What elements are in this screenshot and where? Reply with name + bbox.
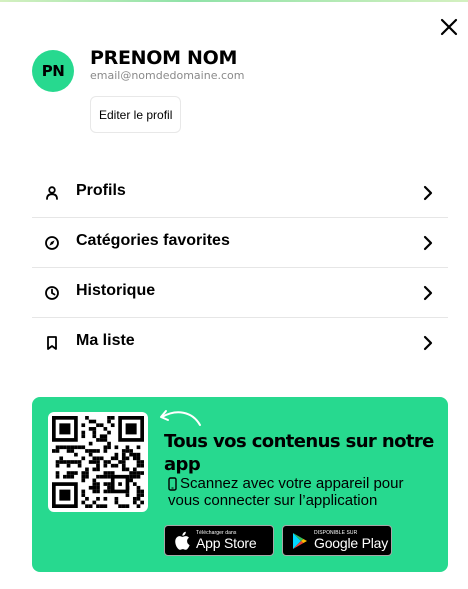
compass-icon xyxy=(45,236,59,250)
clock-icon xyxy=(45,286,59,300)
menu-item-label: Historique xyxy=(76,282,156,299)
edit-profile-label: Editer le profil xyxy=(99,107,173,122)
promo-text: Scannez avec votre appareil pour vous co… xyxy=(168,475,430,509)
google-play-big-text: Google Play xyxy=(314,535,389,551)
menu-item-historique[interactable]: Historique xyxy=(32,268,448,318)
edit-profile-button[interactable]: Editer le profil xyxy=(90,96,182,133)
user-name: PRENOM NOM xyxy=(90,47,238,69)
menu-item-profils[interactable]: Profils xyxy=(32,168,448,218)
close-button[interactable] xyxy=(436,14,462,40)
top-accent-line xyxy=(0,0,468,2)
qr-code-image xyxy=(52,416,144,508)
menu-item-categories-favorites[interactable]: Catégories favorites xyxy=(32,218,448,268)
menu-item-ma-liste[interactable]: Ma liste xyxy=(32,318,448,367)
account-menu: Profils Catégories favorites Historique … xyxy=(32,168,448,367)
app-store-button[interactable]: Télécharger dans App Store xyxy=(164,525,274,556)
chevron-right-icon xyxy=(423,285,433,301)
menu-item-label: Profils xyxy=(76,182,126,199)
bookmark-icon xyxy=(47,336,57,350)
promo-text-line-2: vous connecter sur l’application xyxy=(168,492,378,509)
qr-code xyxy=(48,412,148,512)
avatar: PN xyxy=(32,50,74,92)
google-play-button[interactable]: Disponible sur Google Play xyxy=(282,525,392,556)
promo-title: Tous vos contenus sur notre app xyxy=(164,431,434,475)
chevron-right-icon xyxy=(423,185,433,201)
curved-arrow-icon xyxy=(160,410,201,426)
close-icon xyxy=(440,18,458,36)
app-promo-banner: Tous vos contenus sur notre app Scannez … xyxy=(32,397,448,572)
person-icon xyxy=(46,186,58,200)
phone-icon xyxy=(168,477,177,491)
chevron-right-icon xyxy=(423,335,433,351)
app-store-big-text: App Store xyxy=(196,535,257,551)
menu-item-label: Catégories favorites xyxy=(76,232,230,249)
user-email: email@nomdedomaine.com xyxy=(90,69,245,82)
google-play-icon xyxy=(292,532,308,550)
chevron-right-icon xyxy=(423,235,433,251)
apple-icon xyxy=(174,531,190,550)
menu-item-label: Ma liste xyxy=(76,332,135,349)
avatar-initials: PN xyxy=(41,62,65,80)
promo-text-line-1: Scannez avec votre appareil pour xyxy=(180,475,404,492)
